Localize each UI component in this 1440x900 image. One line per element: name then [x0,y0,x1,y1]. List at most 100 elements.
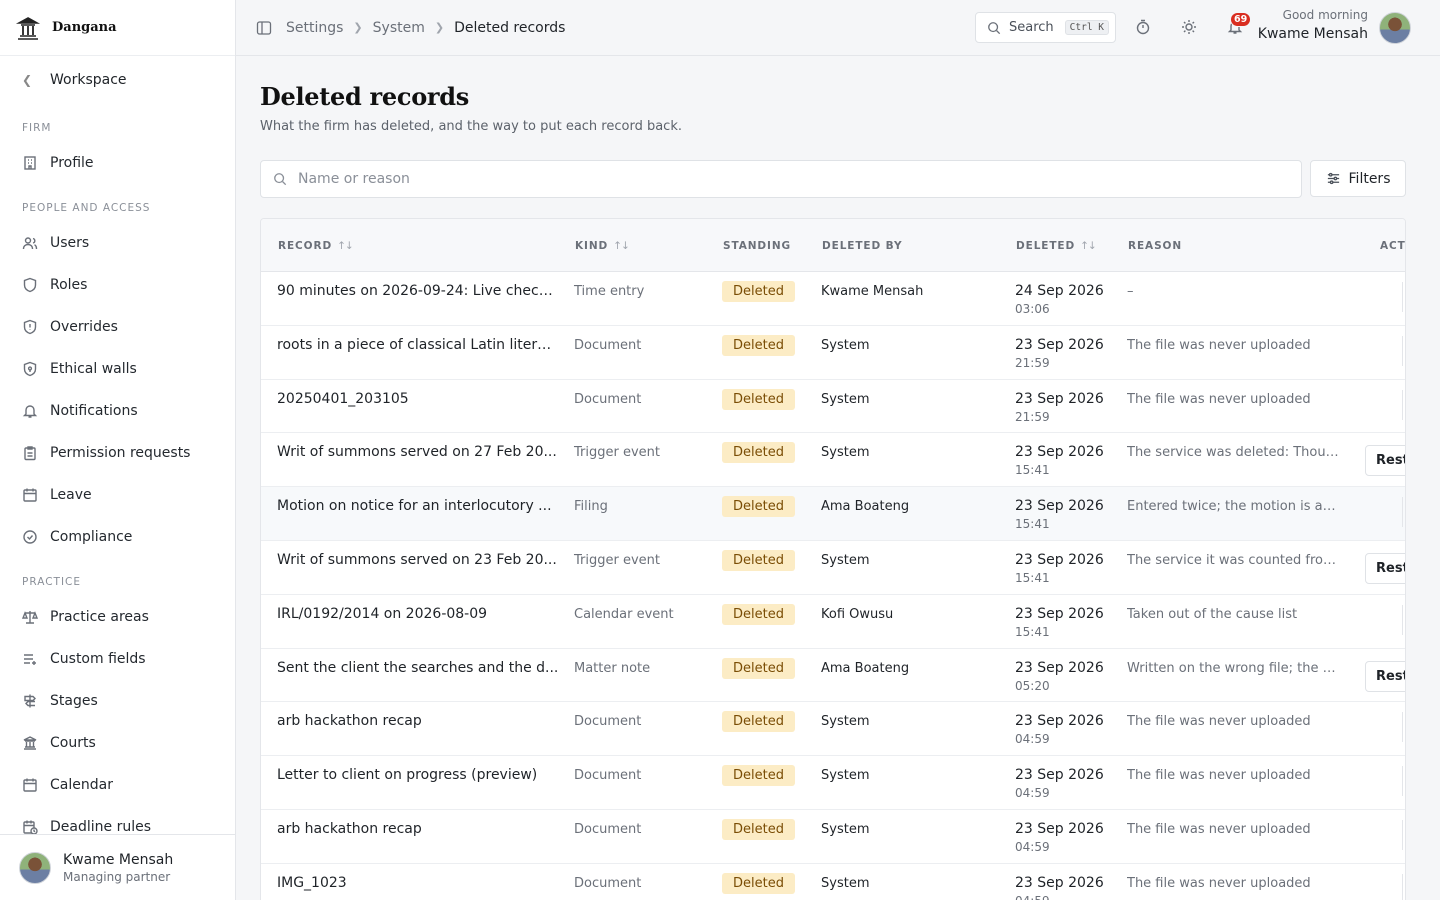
status-badge: Deleted [722,872,795,894]
workspace-back-link[interactable]: ❮ Workspace [0,56,235,104]
table-row[interactable]: Motion on notice for an interlocutory ..… [261,487,1405,541]
record-name[interactable]: Motion on notice for an interlocutory ..… [277,498,552,514]
sidebar-item-custom-fields[interactable]: Custom fields [0,638,235,680]
deleted-time: 04:59 [1015,894,1050,900]
signpost-icon [24,694,36,708]
search-shortcut: Ctrl K [1064,20,1109,35]
filters-label: Filters [1348,170,1391,187]
status-badge: Deleted [722,496,795,518]
sidebar-user[interactable]: Kwame Mensah Managing partner [0,834,235,900]
notification-count-badge: 69 [1230,12,1252,27]
topbar: Settings ❯ System ❯ Deleted records Sear… [236,0,1440,56]
sidebar-item-label: Practice areas [50,609,149,625]
chevron-left-icon: ❮ [22,73,33,87]
table-row[interactable]: arb hackathon recap Document Deleted Sys… [261,702,1405,757]
record-name[interactable]: Writ of summons served on 23 Feb 20... [277,552,557,568]
table-row[interactable]: roots in a piece of classical Latin lite… [261,325,1405,380]
timer-icon[interactable] [1135,19,1151,35]
sidebar-item-ethical-walls[interactable]: Ethical walls [0,348,235,390]
deleted-date: 23 Sep 2026 [1015,444,1104,461]
deleted-date: 23 Sep 2026 [1015,713,1104,730]
sidebar-item-profile[interactable]: Profile [0,142,235,184]
restore-button[interactable]: Resto [1365,552,1405,584]
search-icon [988,21,1001,34]
breadcrumb-settings[interactable]: Settings [286,20,343,36]
breadcrumb-system[interactable]: System [373,20,425,36]
record-search-input[interactable] [298,171,1198,187]
restore-button[interactable]: Resto [1365,445,1405,477]
sliders-icon [1327,172,1339,185]
deleted-by: Kofi Owusu [821,606,894,622]
table-row[interactable]: 20250401_203105 Document Deleted System … [261,379,1405,434]
column-header-standing: Standing [723,240,792,252]
sidebar-item-compliance[interactable]: Compliance [0,516,235,558]
record-name[interactable]: IRL/0192/2014 on 2026-08-09 [277,606,487,622]
search-icon [274,173,287,186]
table-row[interactable]: IMG_1023 Document Deleted System 23 Sep … [261,863,1405,900]
sidebar-item-leave[interactable]: Leave [0,474,235,516]
record-kind: Document [574,391,642,407]
record-name[interactable]: arb hackathon recap [277,713,422,729]
sidebar-item-roles[interactable]: Roles [0,264,235,306]
column-header-kind[interactable]: Kind ↑↓ [575,240,630,252]
sidebar-item-practice-areas[interactable]: Practice areas [0,596,235,638]
record-name[interactable]: 20250401_203105 [277,391,409,407]
record-name[interactable]: Writ of summons served on 27 Feb 20... [277,444,557,460]
sun-icon[interactable] [1181,19,1197,35]
record-name[interactable]: arb hackathon recap [277,821,422,837]
scales-logo-icon [15,15,41,41]
shield-icon [23,277,37,293]
record-name[interactable]: roots in a piece of classical Latin lite… [277,337,559,353]
sort-icon: ↑↓ [337,240,354,252]
bell-icon [22,405,38,418]
sidebar-item-label: Notifications [50,403,138,419]
sidebar-nav: ❮ Workspace Firm Profile People and access… [0,56,235,834]
sidebar-item-label: Compliance [50,529,133,545]
column-header-record[interactable]: Record ↑↓ [278,240,354,252]
record-name[interactable]: Letter to client on progress (preview) [277,767,537,783]
table-row[interactable]: arb hackathon recap Document Deleted Sys… [261,809,1405,864]
sidebar-item-deadline-rules[interactable]: Deadline rules [0,806,235,834]
table-row[interactable]: Letter to client on progress (preview) D… [261,756,1405,810]
sidebar-item-label: Calendar [50,777,113,793]
global-search-button[interactable]: Search Ctrl K [975,12,1116,43]
deleted-date: 23 Sep 2026 [1015,874,1104,891]
sidebar-item-notifications[interactable]: Notifications [0,390,235,432]
deleted-date: 23 Sep 2026 [1015,605,1104,622]
record-name[interactable]: 90 minutes on 2026-09-24: Live check ... [277,283,559,299]
brand[interactable]: Dangana [0,0,235,56]
list-plus-icon [24,654,36,665]
restore-button[interactable]: Resto [1365,660,1405,692]
record-name[interactable]: Sent the client the searches and the d..… [277,660,558,676]
deleted-time: 15:41 [1015,624,1050,639]
deleted-time: 04:59 [1015,839,1050,854]
sidebar-section-heading: People and access [22,202,151,214]
shield-alert-icon [23,319,37,335]
table-header: Record ↑↓ Kind ↑↓ Standing Deleted by Dele… [261,219,1405,272]
sidebar-item-overrides[interactable]: Overrides [0,306,235,348]
sidebar-item-stages[interactable]: Stages [0,680,235,722]
record-name[interactable]: IMG_1023 [277,875,347,891]
deleted-date: 23 Sep 2026 [1015,659,1104,676]
table-row[interactable]: Writ of summons served on 27 Feb 20... T… [261,433,1405,488]
column-header-deleted[interactable]: Deleted ↑↓ [1016,240,1097,252]
filters-button[interactable]: Filters [1310,160,1406,197]
sidebar-item-permission-requests[interactable]: Permission requests [0,432,235,474]
sidebar-toggle-icon[interactable] [256,20,272,36]
record-kind: Document [574,875,642,891]
avatar[interactable] [1379,12,1411,44]
table-row[interactable]: IRL/0192/2014 on 2026-08-09 Calendar eve… [261,594,1405,649]
sidebar-item-calendar[interactable]: Calendar [0,764,235,806]
action-placeholder [1402,604,1405,635]
table-row[interactable]: Writ of summons served on 23 Feb 20... T… [261,540,1405,595]
sidebar-item-users[interactable]: Users [0,222,235,264]
sidebar-item-courts[interactable]: Courts [0,722,235,764]
table-row[interactable]: 90 minutes on 2026-09-24: Live check ...… [261,272,1405,326]
delete-reason: The file was never uploaded [1127,391,1311,407]
deleted-time: 05:20 [1015,678,1050,693]
record-search-field[interactable] [260,160,1302,198]
record-kind: Filing [574,499,608,515]
search-label: Search [1009,20,1054,35]
delete-reason: The service it was counted from... [1127,552,1339,568]
table-row[interactable]: Sent the client the searches and the d..… [261,648,1405,703]
